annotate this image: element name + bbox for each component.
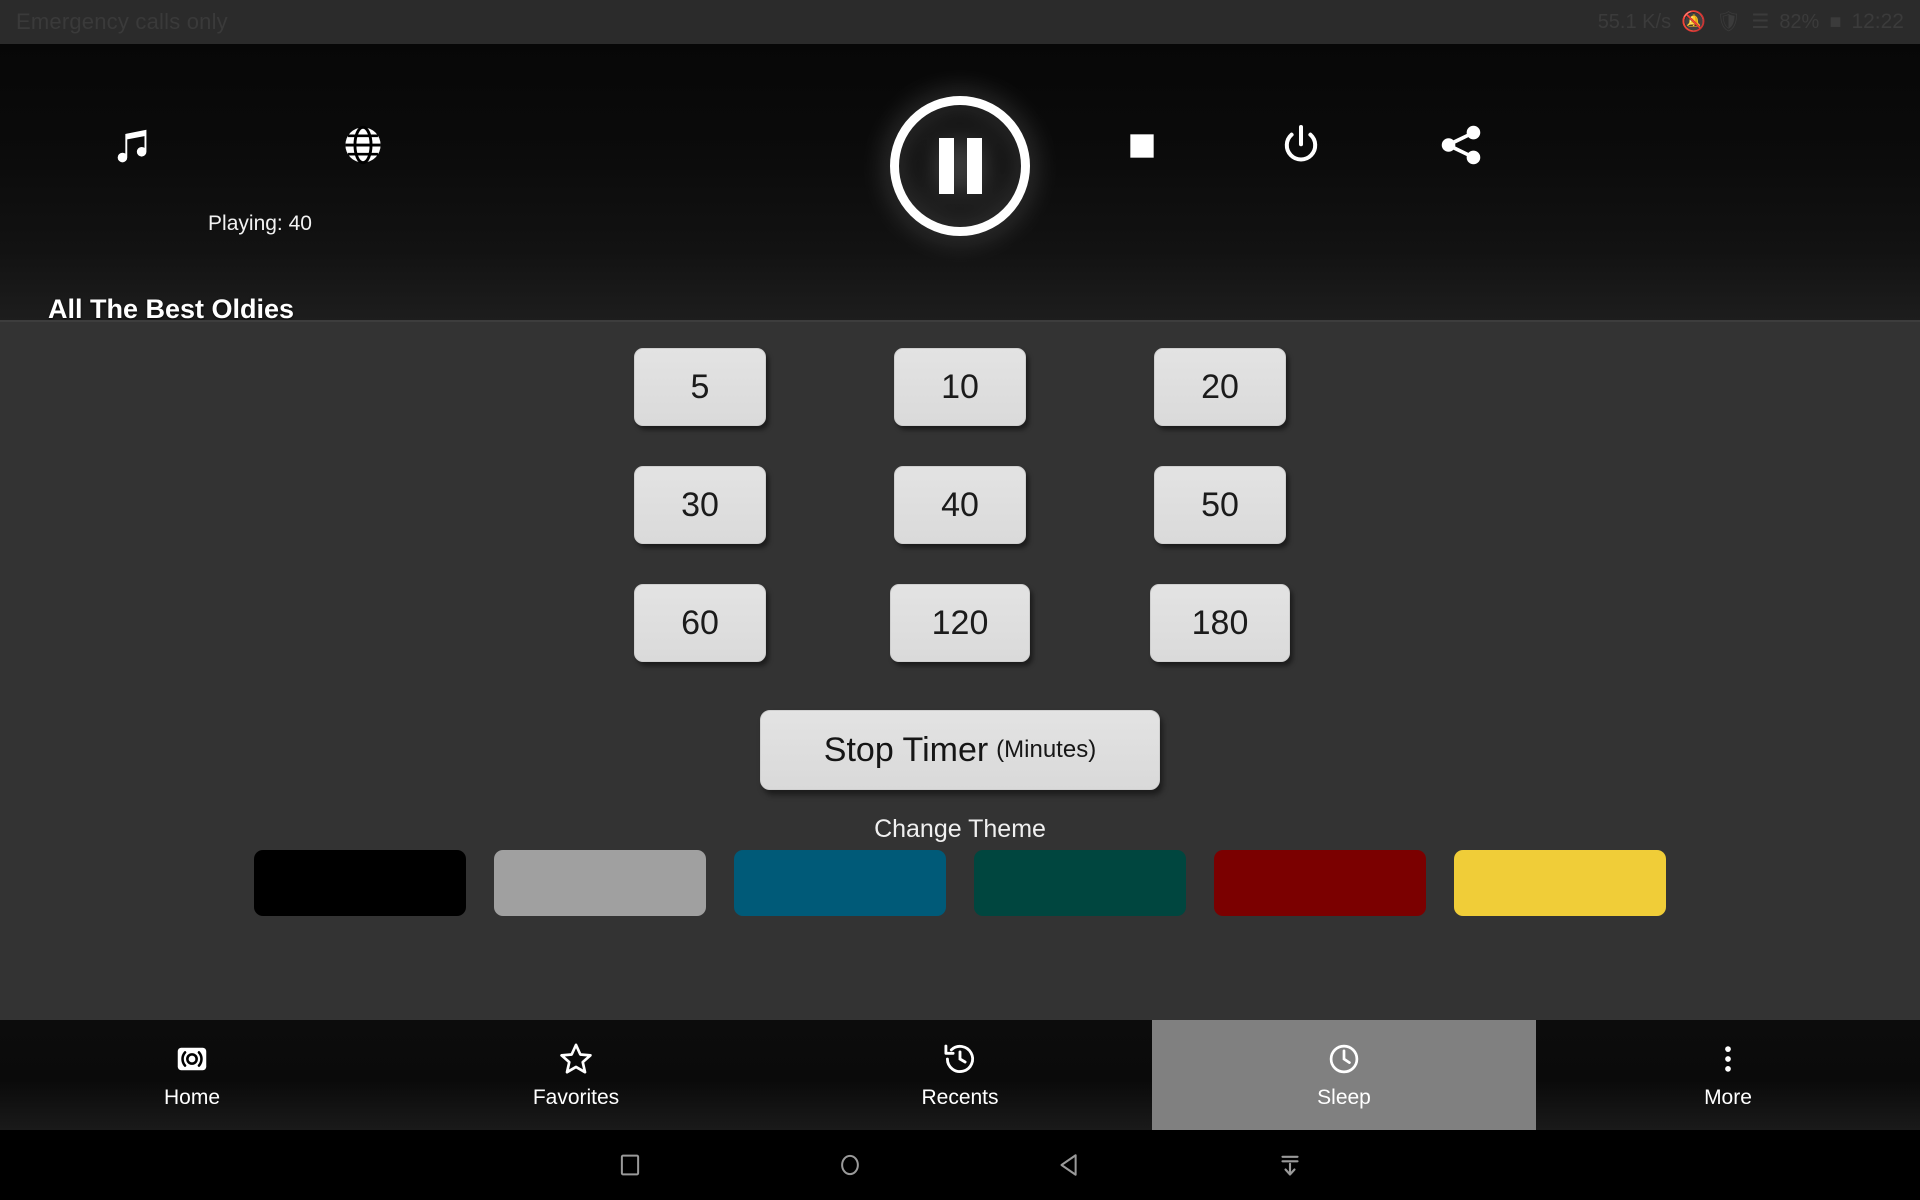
timer-option-button[interactable]: 120	[890, 584, 1030, 662]
bottom-nav: Home Favorites Recents Sleep More	[0, 1020, 1920, 1130]
system-home-button[interactable]	[835, 1150, 865, 1180]
theme-swatch-green[interactable]	[974, 850, 1186, 916]
app-screen: Emergency calls only 55.1 K/s 🔕 🛡 ☰ 82% …	[0, 0, 1920, 1200]
nav-label-favorites: Favorites	[532, 1085, 620, 1109]
battery-icon: ■	[1829, 11, 1842, 33]
nav-item-recents[interactable]: Recents	[768, 1020, 1152, 1130]
clock-icon	[1329, 1044, 1359, 1073]
playing-label: Playing: 40	[208, 212, 312, 235]
android-status-bar: Emergency calls only 55.1 K/s 🔕 🛡 ☰ 82% …	[0, 0, 1920, 44]
timer-option-button[interactable]: 20	[1154, 348, 1286, 426]
theme-swatch-gray[interactable]	[494, 850, 706, 916]
system-nav-bar	[0, 1130, 1920, 1200]
player-header: Playing: 40 All The Best Oldies	[0, 44, 1920, 324]
stop-timer-label: Stop Timer	[823, 730, 989, 769]
history-icon	[944, 1044, 975, 1073]
timer-option-button[interactable]: 60	[634, 584, 766, 662]
stop-timer-button[interactable]: Stop Timer (Minutes)	[760, 710, 1160, 790]
power-icon	[1284, 124, 1318, 162]
timer-options-grid: 5 10 20 30 40 50 60 120 180	[570, 348, 1350, 702]
share-icon	[1441, 125, 1481, 165]
system-back-button[interactable]	[1055, 1150, 1085, 1180]
nav-item-home[interactable]: Home	[0, 1020, 384, 1130]
home-circle-icon	[841, 1154, 859, 1176]
nav-item-favorites[interactable]: Favorites	[384, 1020, 768, 1130]
timer-option-button[interactable]: 50	[1154, 466, 1286, 544]
timer-option-button[interactable]: 40	[894, 466, 1026, 544]
nav-label-more: More	[1704, 1085, 1752, 1109]
theme-swatch-list	[0, 850, 1920, 916]
theme-swatch-blue[interactable]	[734, 850, 946, 916]
back-triangle-icon	[1060, 1154, 1077, 1176]
change-theme-heading: Change Theme	[874, 815, 1046, 843]
star-icon	[560, 1043, 592, 1074]
nav-item-sleep[interactable]: Sleep	[1152, 1020, 1536, 1130]
network-speed-label: 55.1 K/s	[1597, 11, 1672, 33]
stop-button[interactable]	[1122, 126, 1162, 166]
wifi-icon: ☰	[1751, 11, 1770, 33]
music-library-button[interactable]	[110, 124, 156, 170]
nav-item-more[interactable]: More	[1536, 1020, 1920, 1130]
stop-square-icon	[1130, 134, 1154, 158]
player-toolbar: Playing: 40	[0, 44, 1920, 236]
recents-square-icon	[620, 1154, 640, 1176]
system-hide-keyboard-button[interactable]	[1275, 1150, 1305, 1180]
carrier-label: Emergency calls only	[16, 9, 228, 34]
system-recents-button[interactable]	[615, 1150, 645, 1180]
nav-label-recents: Recents	[921, 1085, 999, 1109]
hide-keyboard-icon	[1281, 1155, 1299, 1176]
status-indicators: 55.1 K/s 🔕 🛡 ☰ 82% ■ 12:22	[1598, 10, 1904, 34]
battery-percent-label: 82%	[1779, 11, 1820, 33]
power-button[interactable]	[1278, 122, 1324, 168]
share-button[interactable]	[1438, 122, 1484, 168]
nav-label-home: Home	[163, 1085, 221, 1109]
stop-timer-suffix: (Minutes)	[996, 736, 1097, 763]
theme-swatch-yellow[interactable]	[1454, 850, 1666, 916]
overflow-dots-icon	[1725, 1045, 1731, 1072]
play-pause-button[interactable]	[890, 96, 1030, 236]
header-divider	[0, 320, 1920, 322]
shield-icon: 🛡	[1715, 11, 1742, 33]
clock-label: 12:22	[1851, 10, 1904, 33]
sleep-timer-panel: 5 10 20 30 40 50 60 120 180 Stop Timer (…	[0, 320, 1920, 1020]
timer-option-button[interactable]: 10	[894, 348, 1026, 426]
broadcast-icon	[177, 1047, 207, 1070]
theme-swatch-red[interactable]	[1214, 850, 1426, 916]
nav-label-sleep: Sleep	[1317, 1085, 1371, 1109]
globe-icon	[345, 125, 381, 165]
pause-icon	[890, 96, 1030, 236]
timer-option-button[interactable]: 180	[1150, 584, 1290, 662]
music-note-icon	[117, 129, 147, 163]
web-stations-button[interactable]	[340, 122, 386, 168]
vibrate-icon: 🔕	[1681, 11, 1706, 33]
timer-option-button[interactable]: 5	[634, 348, 766, 426]
theme-swatch-black[interactable]	[254, 850, 466, 916]
timer-option-button[interactable]: 30	[634, 466, 766, 544]
